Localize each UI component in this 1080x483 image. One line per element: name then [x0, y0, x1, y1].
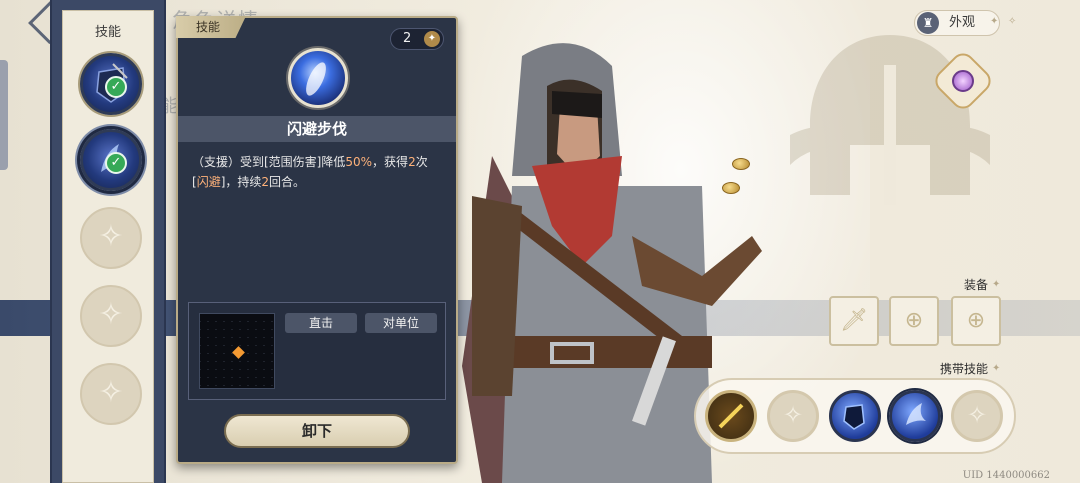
sparkle-icon: ✦ [990, 16, 999, 27]
range-target-marker [232, 346, 245, 359]
attack-type-tag: 直击 [285, 313, 357, 333]
golden-blade-icon [718, 403, 744, 429]
skill-detail-popup: 技能 2 ✦ 闪避步伐 （支援）受到[范围伤害]降低50%，获得2次[闪避]，持… [176, 16, 458, 464]
desc-prefix: （支援）受到[范围伤害]降低 [192, 155, 346, 169]
sparkle-icon: ✧ [1008, 16, 1017, 27]
carry-skill-2-empty[interactable]: ✧ [767, 390, 819, 442]
skill-range-box: 直击 对单位 [188, 302, 446, 400]
carry-skill-5-empty[interactable]: ✧ [951, 390, 1003, 442]
sparkle-icon: ✦ [992, 363, 1001, 374]
skill-slot-1[interactable]: ✓ [80, 53, 142, 115]
empty-skill-crook-icon: ✧ [966, 401, 988, 429]
sparkle-icon: ✦ [992, 279, 1001, 290]
desc-turns: 2 [261, 175, 270, 189]
skill-slot-2-selected[interactable]: ✓ [80, 129, 142, 191]
skill-description: （支援）受到[范围伤害]降低50%，获得2次[闪避]，持续2回合。 [192, 152, 442, 192]
accessory-slot[interactable]: ⊕ [951, 296, 1001, 346]
unequip-button[interactable]: 卸下 [224, 414, 410, 448]
weapon-slot[interactable]: 🗡 [829, 296, 879, 346]
skill-list-inner: 技能 ✓ ✓ ✧ ✧ ✧ [62, 10, 154, 483]
carry-skills-label: 携带技能 [940, 362, 989, 376]
add-accessory-icon: ⊕ [966, 308, 986, 333]
carry-skill-3[interactable] [829, 390, 881, 442]
appearance-label: 外观 [949, 15, 976, 30]
skill-cost-value: 2 [403, 31, 412, 46]
range-grid [199, 313, 275, 389]
player-uid: UID 1440000662 [962, 470, 1050, 481]
appearance-button[interactable]: ♜ 外观 [914, 10, 1000, 36]
carry-skill-4-selected[interactable] [889, 390, 941, 442]
outfit-icon: ♜ [917, 12, 939, 34]
target-type-tag: 对单位 [365, 313, 437, 333]
skill-emblem-streak [302, 59, 330, 99]
desc-dodge: 闪避 [196, 175, 221, 189]
cost-star-icon: ✦ [424, 31, 440, 47]
skill-list-panel: 技能 ✓ ✓ ✧ ✧ ✧ [50, 0, 166, 483]
coin-icon [732, 158, 750, 170]
equipment-label: 装备 [964, 278, 989, 292]
equipped-check-icon: ✓ [105, 76, 127, 98]
skill-name: 闪避步伐 [178, 116, 456, 142]
sword-icon: 🗡 [840, 308, 868, 333]
empty-skill-crook-icon: ✧ [782, 401, 804, 429]
carry-skill-1[interactable] [705, 390, 757, 442]
game-screen: 角色详情 能力概要 技能 ✓ ✓ ✧ ✧ [0, 0, 1080, 483]
left-edge-handle[interactable] [0, 60, 8, 170]
desc-percent: 50% [345, 155, 373, 169]
skill-list-title: 技能 [94, 25, 121, 40]
skill-emblem-icon [288, 48, 348, 108]
skill-cost-badge: 2 ✦ [390, 28, 444, 50]
empty-skill-crook-icon: ✧ [98, 297, 124, 332]
skill-slot-3-empty[interactable]: ✧ [80, 207, 142, 269]
desc-mid: ，获得 [372, 155, 409, 169]
desc-suffix: 回合。 [269, 175, 306, 189]
equipped-check-icon: ✓ [105, 152, 127, 174]
add-shield-icon: ⊕ [904, 308, 924, 333]
armor-slot[interactable]: ⊕ [889, 296, 939, 346]
popup-category-tag: 技能 [176, 16, 246, 38]
rank-gem-icon [952, 70, 974, 92]
desc-mid3: ]，持续 [220, 175, 262, 189]
empty-skill-crook-icon: ✧ [98, 375, 124, 410]
shield-dash-icon [843, 404, 865, 430]
skill-slot-4-empty[interactable]: ✧ [80, 285, 142, 347]
empty-skill-crook-icon: ✧ [98, 219, 124, 254]
coin-icon [722, 182, 740, 194]
skill-slot-5-empty[interactable]: ✧ [80, 363, 142, 425]
desc-count: 2 [408, 155, 416, 169]
dodge-swirl-icon [906, 403, 926, 425]
